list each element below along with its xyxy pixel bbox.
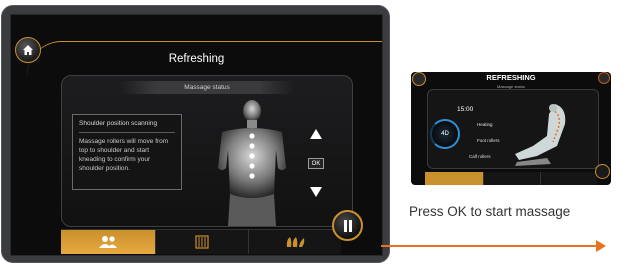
control-tablet: Refreshing Massage status Shoulder posit…	[1, 5, 390, 263]
preview-screen: REFRESHING Massage status 15:00 4D Heati…	[411, 72, 611, 185]
preview-tab-grid	[483, 172, 541, 185]
program-grid-icon	[195, 235, 209, 249]
massage-chair-icon	[515, 104, 566, 166]
preview-option-foot-rollers: Foot rollers	[477, 138, 500, 143]
preview-option-calf-rollers: Calf rollers	[469, 154, 491, 159]
preview-pause-icon	[595, 164, 610, 179]
pointer-arrow-head-icon	[596, 240, 606, 252]
tablet-screen: Refreshing Massage status Shoulder posit…	[10, 14, 383, 256]
info-box: Shoulder position scanning Massage rolle…	[72, 114, 182, 190]
body-figure-icon	[218, 100, 286, 226]
move-up-button[interactable]	[309, 128, 323, 140]
feet-icon	[286, 237, 305, 247]
instruction-caption: Press OK to start massage	[409, 204, 571, 219]
preview-bottom-nav	[425, 172, 597, 185]
preview-time: 15:00	[457, 106, 474, 113]
info-body: Massage rollers will move from top to sh…	[79, 138, 169, 172]
users-icon	[99, 236, 117, 248]
tab-feet[interactable]	[249, 230, 341, 254]
massage-status-label: Massage status	[120, 81, 294, 94]
preview-mode-label: 4D	[441, 131, 449, 137]
arrow-up-icon	[310, 129, 322, 139]
pause-button[interactable]	[332, 210, 363, 241]
bottom-nav	[61, 229, 341, 254]
preview-title: REFRESHING	[486, 73, 536, 82]
tab-users[interactable]	[61, 230, 155, 254]
preview-tab-feet	[541, 172, 597, 185]
ok-button[interactable]: OK	[308, 158, 324, 169]
info-divider	[79, 132, 175, 133]
info-title: Shoulder position scanning	[79, 120, 158, 127]
preview-mode-dial: 4D	[430, 119, 460, 149]
tab-program-grid[interactable]	[155, 230, 249, 254]
move-down-button[interactable]	[309, 186, 323, 198]
screen-title: Refreshing	[168, 53, 225, 65]
preview-option-heating: Heating	[477, 122, 493, 127]
status-panel: Massage status Shoulder position scannin…	[61, 75, 353, 227]
pointer-arrow-line	[381, 245, 597, 247]
pause-icon	[343, 219, 352, 232]
arrow-down-icon	[310, 187, 322, 197]
preview-power-icon	[598, 72, 610, 84]
preview-tab-users	[425, 172, 483, 185]
